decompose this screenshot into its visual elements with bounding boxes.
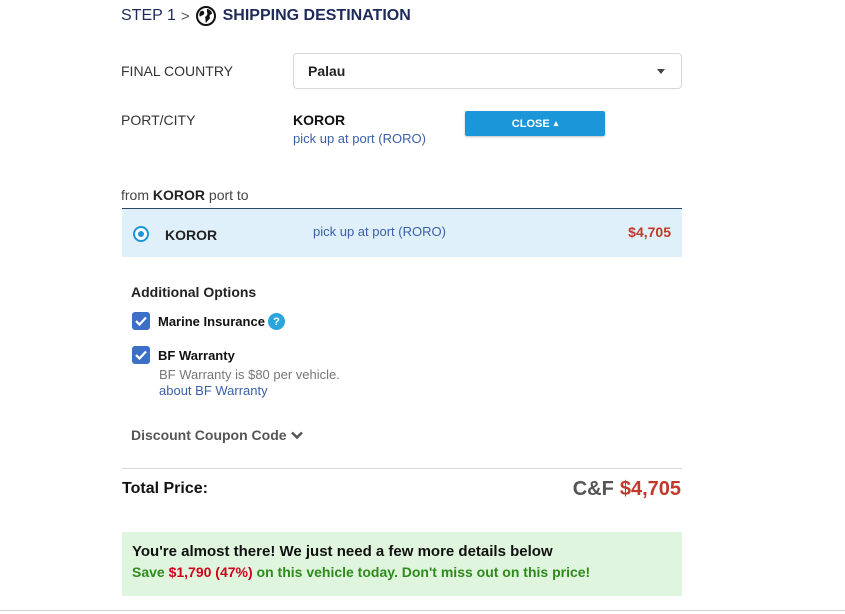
- route-from-suffix: port to: [205, 187, 249, 203]
- route-from-port: KOROR: [152, 187, 206, 203]
- country-select-value: Palau: [308, 63, 346, 79]
- check-icon: [135, 316, 147, 326]
- route-method: pick up at port (RORO): [313, 224, 446, 239]
- port-city-label: PORT/CITY: [121, 112, 196, 128]
- savings-suffix: on this vehicle today. Don't miss out on…: [252, 564, 591, 580]
- marine-insurance-option: Marine Insurance: [132, 312, 265, 330]
- route-option-row[interactable]: KOROR pick up at port (RORO) $4,705: [122, 208, 682, 257]
- total-price: C&F $4,705: [573, 478, 681, 501]
- route-from-prefix: from: [121, 187, 153, 203]
- port-name: KOROR: [293, 112, 346, 128]
- bf-warranty-note: BF Warranty is $80 per vehicle.: [159, 367, 340, 382]
- savings-banner-message: Save $1,790 (47%) on this vehicle today.…: [132, 564, 672, 580]
- route-price: $4,705: [628, 224, 671, 240]
- radio-selected[interactable]: [133, 226, 149, 242]
- bottom-divider: [0, 610, 845, 611]
- step-separator: >: [180, 7, 190, 25]
- additional-options-title: Additional Options: [131, 284, 257, 300]
- final-country-label: FINAL COUNTRY: [121, 63, 234, 79]
- marine-insurance-checkbox[interactable]: [132, 312, 150, 330]
- route-name: KOROR: [165, 227, 218, 243]
- savings-banner-headline: You're almost there! We just need a few …: [132, 543, 553, 560]
- close-button-label: CLOSE: [511, 117, 550, 130]
- chevron-down-icon: [290, 431, 303, 439]
- caret-down-icon: [657, 69, 665, 74]
- country-select[interactable]: Palau: [293, 53, 682, 89]
- chevron-up-icon: ▴: [553, 118, 559, 128]
- check-icon: [135, 350, 147, 360]
- discount-coupon-label: Discount Coupon Code: [131, 427, 287, 443]
- route-from-text: from KOROR port to: [121, 187, 249, 203]
- total-amount: $4,705: [619, 478, 681, 500]
- price-terms: C&F: [572, 478, 614, 500]
- step-number: STEP 1: [121, 7, 176, 24]
- savings-amount: $1,790 (47%): [168, 564, 253, 580]
- divider: [122, 468, 682, 469]
- help-icon[interactable]: ?: [268, 313, 285, 330]
- marine-insurance-label: Marine Insurance: [158, 313, 265, 329]
- total-price-label: Total Price:: [122, 480, 208, 497]
- discount-coupon-toggle[interactable]: Discount Coupon Code: [131, 427, 303, 443]
- port-method: pick up at port (RORO): [293, 131, 426, 146]
- savings-banner: You're almost there! We just need a few …: [122, 532, 682, 596]
- bf-warranty-option: BF Warranty: [132, 346, 235, 364]
- savings-prefix: Save: [132, 564, 169, 580]
- page-title: SHIPPING DESTINATION: [222, 7, 411, 24]
- bf-warranty-checkbox[interactable]: [132, 346, 150, 364]
- close-button[interactable]: CLOSE ▴: [465, 111, 605, 136]
- about-bf-warranty-link[interactable]: about BF Warranty: [159, 383, 268, 398]
- globe-icon: [195, 6, 216, 26]
- bf-warranty-label: BF Warranty: [158, 347, 235, 363]
- step-header: STEP 1 > SHIPPING DESTINATION: [121, 6, 411, 26]
